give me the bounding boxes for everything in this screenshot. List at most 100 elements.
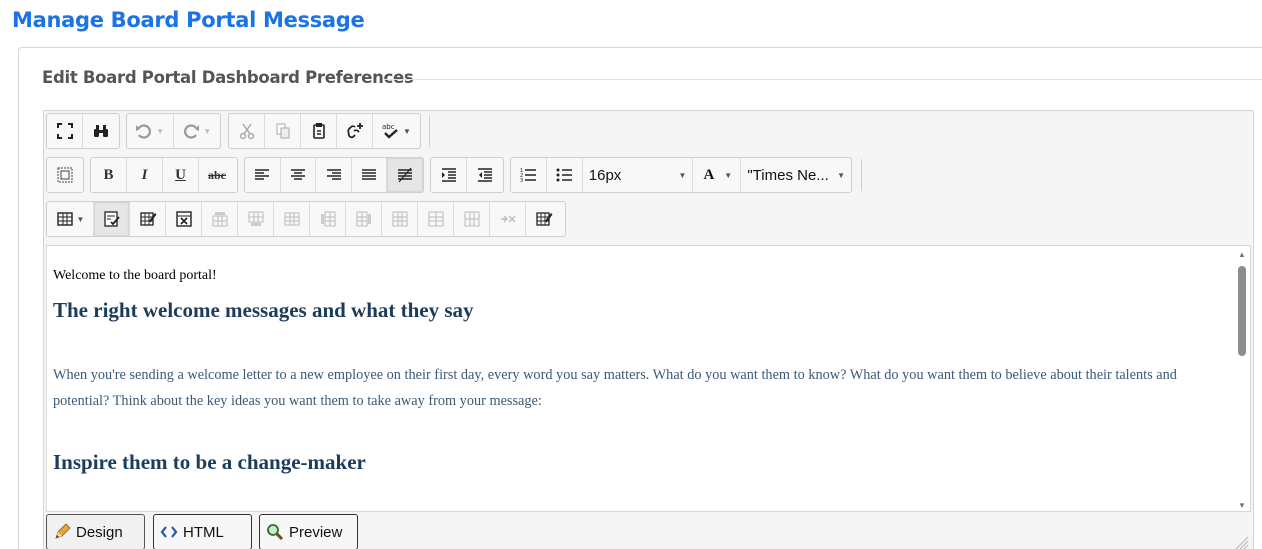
- scrollbar-thumb[interactable]: [1238, 266, 1246, 356]
- remove-alignment-button[interactable]: [387, 158, 424, 192]
- spellcheck-icon: abc: [382, 123, 398, 139]
- delete-row-button[interactable]: [274, 202, 310, 236]
- italic-icon: I: [141, 166, 148, 183]
- edit-table-icon: [139, 212, 156, 226]
- insert-column-left-icon: [320, 211, 335, 227]
- table-group: ▼: [46, 201, 566, 237]
- italic-button[interactable]: I: [127, 158, 163, 192]
- delete-table-icon: [175, 211, 192, 227]
- paste-button[interactable]: [301, 114, 337, 148]
- indent-icon: [441, 168, 456, 182]
- delete-table-button[interactable]: [166, 202, 202, 236]
- merge-cells-icon: [428, 211, 443, 227]
- editor-content-area[interactable]: Welcome to the board portal! The right w…: [46, 245, 1251, 512]
- select-all-icon: [57, 167, 73, 183]
- content-heading-1: The right welcome messages and what they…: [53, 298, 474, 322]
- edit-table-button[interactable]: [130, 202, 166, 236]
- copy-button[interactable]: [265, 114, 301, 148]
- bold-button[interactable]: B: [91, 158, 127, 192]
- chevron-down-icon: ▼: [724, 170, 733, 180]
- delete-row-icon: [284, 212, 299, 226]
- list-font-group: 123 16px ▼ A ▼ "Times Ne... ▼: [510, 157, 852, 193]
- fullscreen-button[interactable]: [47, 114, 83, 148]
- code-icon: [160, 523, 178, 541]
- tab-design-label: Design: [76, 523, 123, 541]
- insert-row-below-button[interactable]: [238, 202, 274, 236]
- insert-column-left-button[interactable]: [310, 202, 346, 236]
- chevron-down-icon: ▼: [76, 214, 85, 224]
- insert-row-above-button[interactable]: [202, 202, 238, 236]
- greeting-text: Welcome to the board portal!: [53, 268, 217, 283]
- strikethrough-button[interactable]: abc: [199, 158, 235, 192]
- toolbar-separator: [861, 159, 862, 191]
- outdent-icon: [478, 168, 492, 182]
- delete-cell-button[interactable]: [490, 202, 526, 236]
- ordered-list-icon: 123: [520, 168, 537, 184]
- indent-button[interactable]: [431, 158, 467, 192]
- ordered-list-button[interactable]: 123: [511, 158, 547, 192]
- chevron-down-icon: ▼: [203, 126, 212, 136]
- resize-grip-icon[interactable]: [1235, 536, 1249, 549]
- view-group: [46, 113, 120, 149]
- scroll-down-icon[interactable]: ▼: [1238, 501, 1246, 510]
- binoculars-icon: [94, 125, 108, 137]
- merge-cells-button[interactable]: [418, 202, 454, 236]
- tab-html-label: HTML: [183, 523, 224, 541]
- outdent-button[interactable]: [467, 158, 503, 192]
- table-icon: [56, 212, 73, 226]
- font-color-icon: A: [703, 166, 715, 183]
- justify-button[interactable]: [352, 158, 388, 192]
- undo-button[interactable]: ▼: [127, 114, 174, 148]
- undo-icon: [136, 124, 152, 139]
- pencil-icon: [53, 523, 71, 541]
- history-group: ▼ ▼: [126, 113, 221, 149]
- font-name-select[interactable]: "Times Ne... ▼: [741, 158, 851, 192]
- find-button[interactable]: [83, 114, 119, 148]
- align-center-button[interactable]: [281, 158, 317, 192]
- font-size-select[interactable]: 16px ▼: [583, 158, 694, 192]
- redo-icon: [184, 124, 200, 139]
- chevron-down-icon: ▼: [156, 126, 165, 136]
- cell-properties-button[interactable]: [526, 202, 562, 236]
- cell-properties-icon: [536, 212, 553, 226]
- table-properties-button[interactable]: [94, 202, 130, 236]
- align-left-button[interactable]: [245, 158, 281, 192]
- spellcheck-button[interactable]: abc ▼: [373, 114, 420, 148]
- align-right-icon: [326, 169, 341, 180]
- table-properties-icon: [103, 211, 120, 227]
- bullet-list-icon: [556, 168, 573, 182]
- legend-divider: [384, 79, 1262, 80]
- font-size-value: 16px: [588, 166, 622, 184]
- fullscreen-icon: [56, 123, 73, 139]
- underline-button[interactable]: U: [163, 158, 199, 192]
- tab-preview[interactable]: Preview: [259, 514, 358, 549]
- alignment-group: [244, 157, 424, 193]
- chevron-down-icon: ▼: [403, 126, 411, 136]
- split-cells-button[interactable]: [454, 202, 490, 236]
- delete-column-icon: [392, 211, 407, 227]
- font-color-button[interactable]: A ▼: [693, 158, 742, 192]
- scissors-icon: [239, 123, 254, 140]
- cut-button[interactable]: [229, 114, 265, 148]
- insert-table-button[interactable]: ▼: [47, 202, 94, 236]
- tab-html[interactable]: HTML: [153, 514, 252, 549]
- insert-row-above-icon: [212, 212, 227, 227]
- scroll-up-icon[interactable]: ▲: [1238, 250, 1246, 259]
- content-heading-2: Inspire them to be a change-maker: [53, 450, 366, 474]
- bullet-list-button[interactable]: [547, 158, 583, 192]
- insert-link-button[interactable]: [337, 114, 373, 148]
- font-name-value: "Times Ne...: [747, 166, 829, 184]
- text-style-group: B I U abc: [90, 157, 238, 193]
- chevron-down-icon: ▼: [678, 170, 687, 180]
- redo-button[interactable]: ▼: [174, 114, 221, 148]
- insert-column-right-button[interactable]: [346, 202, 382, 236]
- svg-text:3: 3: [520, 178, 523, 184]
- select-all-button[interactable]: [47, 158, 83, 192]
- split-cells-icon: [464, 211, 479, 227]
- vertical-scrollbar[interactable]: ▲ ▼: [1236, 248, 1248, 510]
- tab-design[interactable]: Design: [46, 514, 145, 549]
- remove-alignment-icon: [398, 167, 413, 183]
- rich-text-editor: ▼ ▼ abc ▼ B I U abc 1 2 3 16px ▼ A ▼ "Ti…: [43, 110, 1254, 549]
- delete-column-button[interactable]: [382, 202, 418, 236]
- align-right-button[interactable]: [316, 158, 352, 192]
